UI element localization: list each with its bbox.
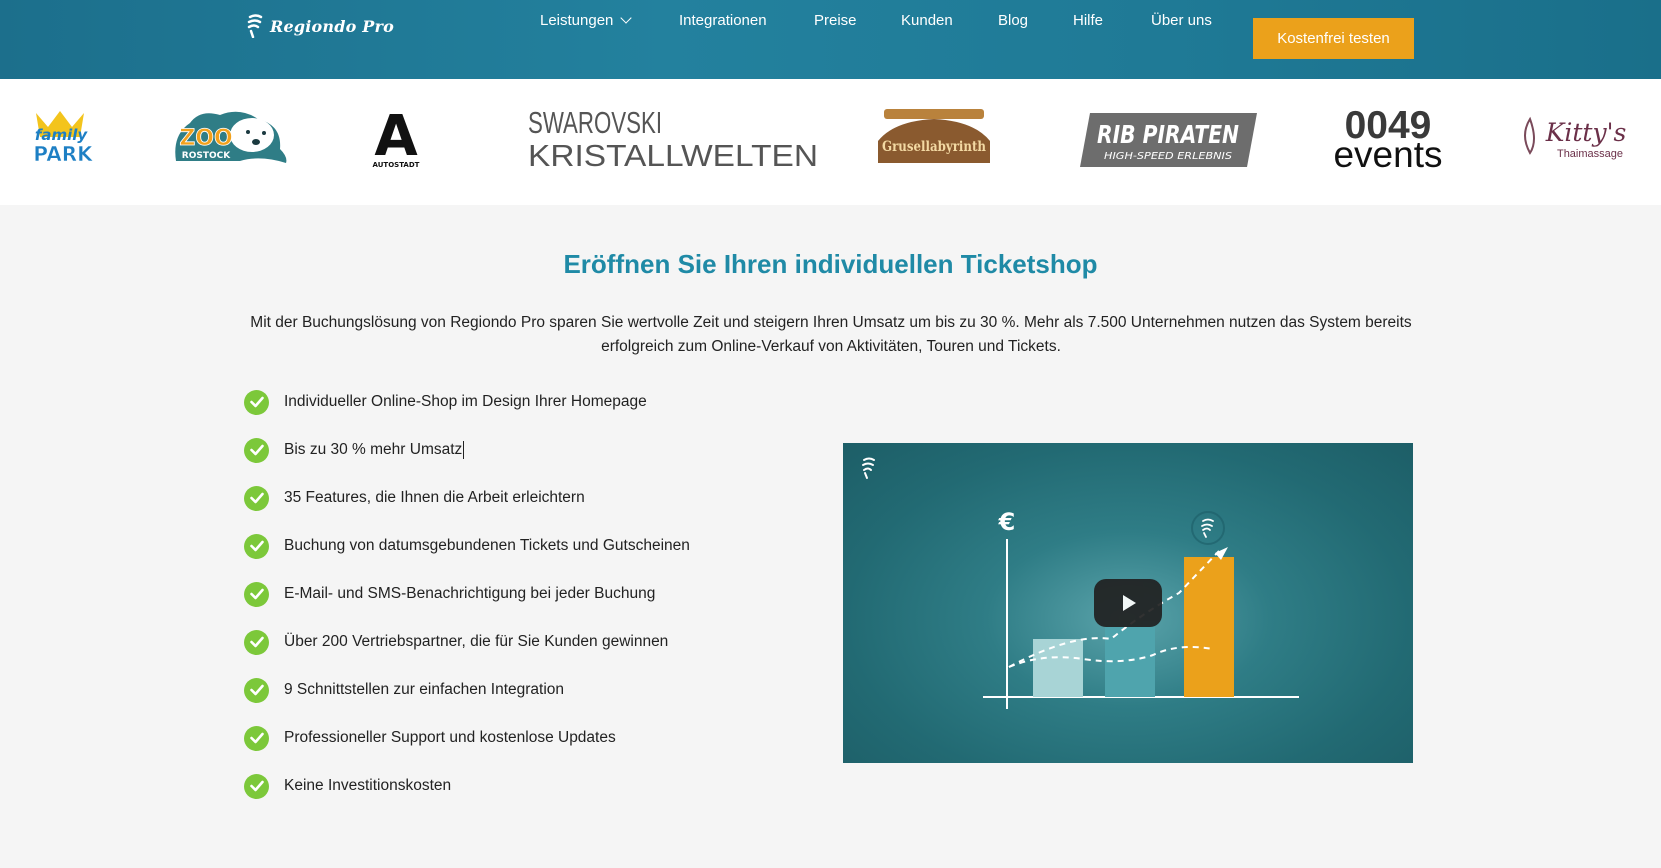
svg-text:A: A [374,105,418,169]
list-item: E-Mail- und SMS-Benachrichtigung bei jed… [244,581,655,607]
chevron-down-icon [620,12,633,24]
feature-text: E-Mail- und SMS-Benachrichtigung bei jed… [284,585,656,602]
logo-text: Regiondo Pro [270,16,395,36]
list-item: Über 200 Vertriebspartner, die für Sie K… [244,629,668,655]
feature-text: Bis zu 30 % mehr Umsatz [284,441,465,459]
feature-text: Buchung von datumsgebundenen Tickets und… [284,537,690,554]
logo-autostadt[interactable]: A AUTOSTADT [370,105,422,169]
list-item: Keine Investitionskosten [244,773,451,799]
svg-text:RIB PIRATEN: RIB PIRATEN [1097,120,1239,149]
logo-rib-piraten[interactable]: RIB PIRATEN HIGH-SPEED ERLEBNIS [1080,113,1257,167]
list-item: Individueller Online-Shop im Design Ihre… [244,389,647,415]
svg-text:AUTOSTADT: AUTOSTADT [373,161,420,169]
list-item: 9 Schnittstellen zur einfachen Integrati… [244,677,564,703]
logo-0049-events[interactable]: 0049 events [1330,107,1446,171]
logo-family-park[interactable]: family PARK [18,107,105,167]
play-icon [1123,595,1136,611]
nav-item-kunden[interactable]: Kunden [901,12,953,29]
svg-text:HIGH-SPEED ERLEBNIS: HIGH-SPEED ERLEBNIS [1104,151,1233,162]
check-icon [244,773,269,799]
feature-text: 9 Schnittstellen zur einfachen Integrati… [284,681,565,698]
video-player[interactable]: € [843,443,1413,763]
customer-logo-strip: family PARK ZOO ROSTOCK A AUTOSTADT SWAR… [0,79,1661,205]
chart-bar-1 [1033,639,1083,697]
zoo-rostock-logo: ZOO ROSTOCK [175,111,287,163]
nav-item-hilfe[interactable]: Hilfe [1073,12,1103,29]
svg-text:events: events [1333,134,1442,171]
autostadt-logo: A AUTOSTADT [373,105,420,169]
play-button[interactable] [1094,579,1162,627]
events-0049-logo: 0049 events [1333,107,1442,171]
logo-zoo-rostock[interactable]: ZOO ROSTOCK [170,105,290,167]
site-logo[interactable]: Regiondo Pro [246,14,394,38]
regiondo-logo-icon-small [1201,518,1214,538]
check-icon [244,533,269,559]
svg-text:KRISTALLWELTEN: KRISTALLWELTEN [528,138,818,169]
logo-grusellabyrinth[interactable]: Grusellabyrinth [874,107,994,167]
list-item: Professioneller Support und kostenlose U… [244,725,616,751]
check-icon [244,725,269,751]
nav-item-leistungen[interactable]: Leistungen [540,12,633,29]
chart-bar-3 [1184,557,1234,697]
nav-label: Leistungen [540,12,614,29]
list-item: 35 Features, die Ihnen die Arbeit erleic… [244,485,585,511]
nav-item-preise[interactable]: Preise [814,12,857,29]
feature-text: Professioneller Support und kostenlose U… [284,729,616,746]
svg-text:SWAROVSKI: SWAROVSKI [528,105,662,140]
feature-text: Keine Investitionskosten [284,777,452,794]
check-icon [244,581,269,607]
feature-text: 35 Features, die Ihnen die Arbeit erleic… [284,489,585,506]
svg-text:Kitty's: Kitty's [1545,118,1627,147]
nav-item-integrationen[interactable]: Integrationen [679,12,767,29]
section-title: Eröffnen Sie Ihren individuellen Tickets… [563,249,1098,279]
check-icon [244,437,269,463]
free-trial-button[interactable]: Kostenfrei testen [1253,18,1414,59]
regiondo-logo-icon [862,457,875,479]
nav-item-ueber-uns[interactable]: Über uns [1151,12,1212,29]
logo-swarovski-kristallwelten[interactable]: SWAROVSKI KRISTALLWELTEN [526,103,820,169]
regiondo-logo-icon [247,14,263,38]
svg-text:Thaimassage: Thaimassage [1557,148,1623,160]
intro-paragraph: Mit der Buchungslösung von Regiondo Pro … [250,314,1412,355]
site-header: Regiondo Pro Leistungen Integrationen Pr… [0,0,1661,79]
list-item: Bis zu 30 % mehr Umsatz [244,437,465,463]
rib-piraten-logo: RIB PIRATEN HIGH-SPEED ERLEBNIS [1080,113,1257,167]
chart-bar-2 [1105,621,1155,697]
check-icon [244,389,269,415]
check-icon [244,629,269,655]
grusellabyrinth-logo: Grusellabyrinth [878,109,990,163]
nav-item-blog[interactable]: Blog [998,12,1028,29]
feature-text: Über 200 Vertriebspartner, die für Sie K… [284,633,669,650]
feature-text: Individueller Online-Shop im Design Ihre… [284,393,647,410]
list-item: Buchung von datumsgebundenen Tickets und… [244,533,690,559]
euro-icon: € [998,508,1016,536]
check-icon [244,485,269,511]
svg-text:PARK: PARK [33,142,94,166]
kittys-logo: Kitty's Thaimassage [1524,116,1627,160]
svg-text:ZOO: ZOO [179,126,232,151]
swarovski-logo: SWAROVSKI KRISTALLWELTEN [528,105,818,169]
check-icon [244,677,269,703]
svg-text:ROSTOCK: ROSTOCK [182,151,231,161]
logo-kittys-thaimassage[interactable]: Kitty's Thaimassage [1518,113,1634,165]
family-park-logo: family PARK [33,111,94,166]
svg-text:Grusellabyrinth: Grusellabyrinth [882,139,986,155]
